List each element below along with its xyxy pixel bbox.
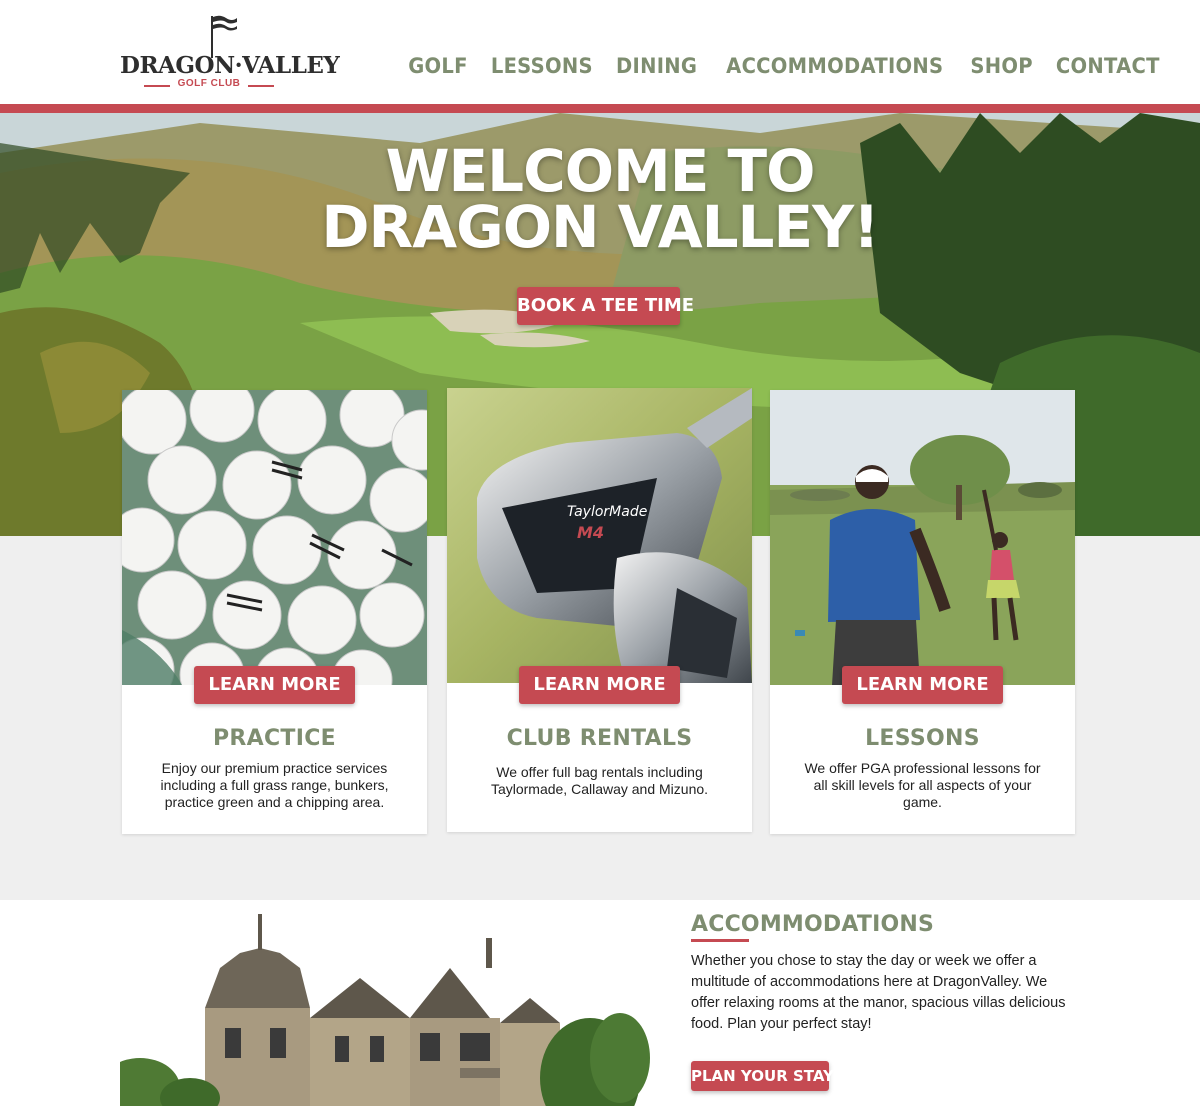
hero-title: WELCOME TO DRAGON VALLEY! bbox=[0, 137, 1200, 261]
manor-image bbox=[120, 908, 671, 1106]
practice-card: LEARN MORE PRACTICE Enjoy our premium pr… bbox=[122, 390, 427, 834]
hero-title-line-1: WELCOME TO bbox=[385, 137, 816, 205]
nav-golf[interactable]: GOLF bbox=[408, 54, 468, 78]
logo-rule-right bbox=[248, 85, 274, 87]
club-rentals-card: TaylorMade M4 LEARN MORE CLUB RENTALS We… bbox=[447, 388, 752, 832]
club-rentals-description: We offer full bag rentals including Tayl… bbox=[490, 764, 709, 797]
header-divider bbox=[0, 104, 1200, 113]
lessons-description: We offer PGA professional lessons for al… bbox=[804, 760, 1041, 810]
accommodations-description: Whether you chose to stay the day or wee… bbox=[691, 953, 1066, 1032]
nav-lessons[interactable]: LESSONS bbox=[491, 54, 593, 78]
club-brand-text: TaylorMade bbox=[567, 504, 647, 520]
nav-dining[interactable]: DINING bbox=[616, 54, 697, 78]
nav-shop[interactable]: SHOP bbox=[971, 54, 1033, 78]
logo-wordmark: DRAGON·VALLEY bbox=[120, 52, 340, 79]
accommodations-title-underline bbox=[691, 939, 749, 942]
club-rentals-title: CLUB RENTALS bbox=[506, 726, 693, 751]
accommodations-title: ACCOMMODATIONS bbox=[691, 912, 935, 937]
plan-your-stay-button[interactable]: PLAN YOUR STAY bbox=[691, 1061, 834, 1091]
practice-title: PRACTICE bbox=[212, 726, 336, 751]
hero-title-line-2: DRAGON VALLEY! bbox=[321, 193, 879, 261]
manor-house-photo bbox=[120, 908, 671, 1106]
club-model-text: M4 bbox=[577, 523, 604, 542]
site-header: DRAGON·VALLEY GOLF CLUB GOLF LESSONS DIN… bbox=[0, 0, 1200, 104]
club-rentals-learn-more-button[interactable]: LEARN MORE bbox=[519, 666, 680, 704]
lessons-card: LEARN MORE LESSONS We offer PGA professi… bbox=[770, 390, 1075, 834]
golf-lesson-photo bbox=[770, 390, 1075, 685]
logo-subtitle-group: GOLF CLUB bbox=[144, 78, 274, 94]
logo-subtitle: GOLF CLUB bbox=[177, 78, 241, 89]
book-tee-time-button[interactable]: BOOK A TEE TIME bbox=[517, 287, 694, 325]
main-nav: GOLF LESSONS DINING ACCOMMODATIONS SHOP … bbox=[406, 54, 1164, 78]
golf-balls-photo bbox=[122, 390, 427, 685]
lessons-title: LESSONS bbox=[865, 726, 980, 751]
golf-clubs-photo: TaylorMade M4 bbox=[447, 388, 752, 683]
nav-contact[interactable]: CONTACT bbox=[1056, 54, 1160, 78]
practice-learn-more-button[interactable]: LEARN MORE bbox=[194, 666, 355, 704]
practice-description: Enjoy our premium practice services incl… bbox=[160, 760, 389, 810]
practice-image bbox=[122, 390, 427, 685]
logo[interactable]: DRAGON·VALLEY GOLF CLUB bbox=[120, 14, 340, 90]
lessons-image bbox=[770, 390, 1075, 685]
lessons-learn-more-button[interactable]: LEARN MORE bbox=[842, 666, 1003, 704]
club-rentals-image: TaylorMade M4 bbox=[447, 388, 752, 683]
logo-rule-left bbox=[144, 85, 170, 87]
nav-accommodations[interactable]: ACCOMMODATIONS bbox=[726, 54, 943, 78]
